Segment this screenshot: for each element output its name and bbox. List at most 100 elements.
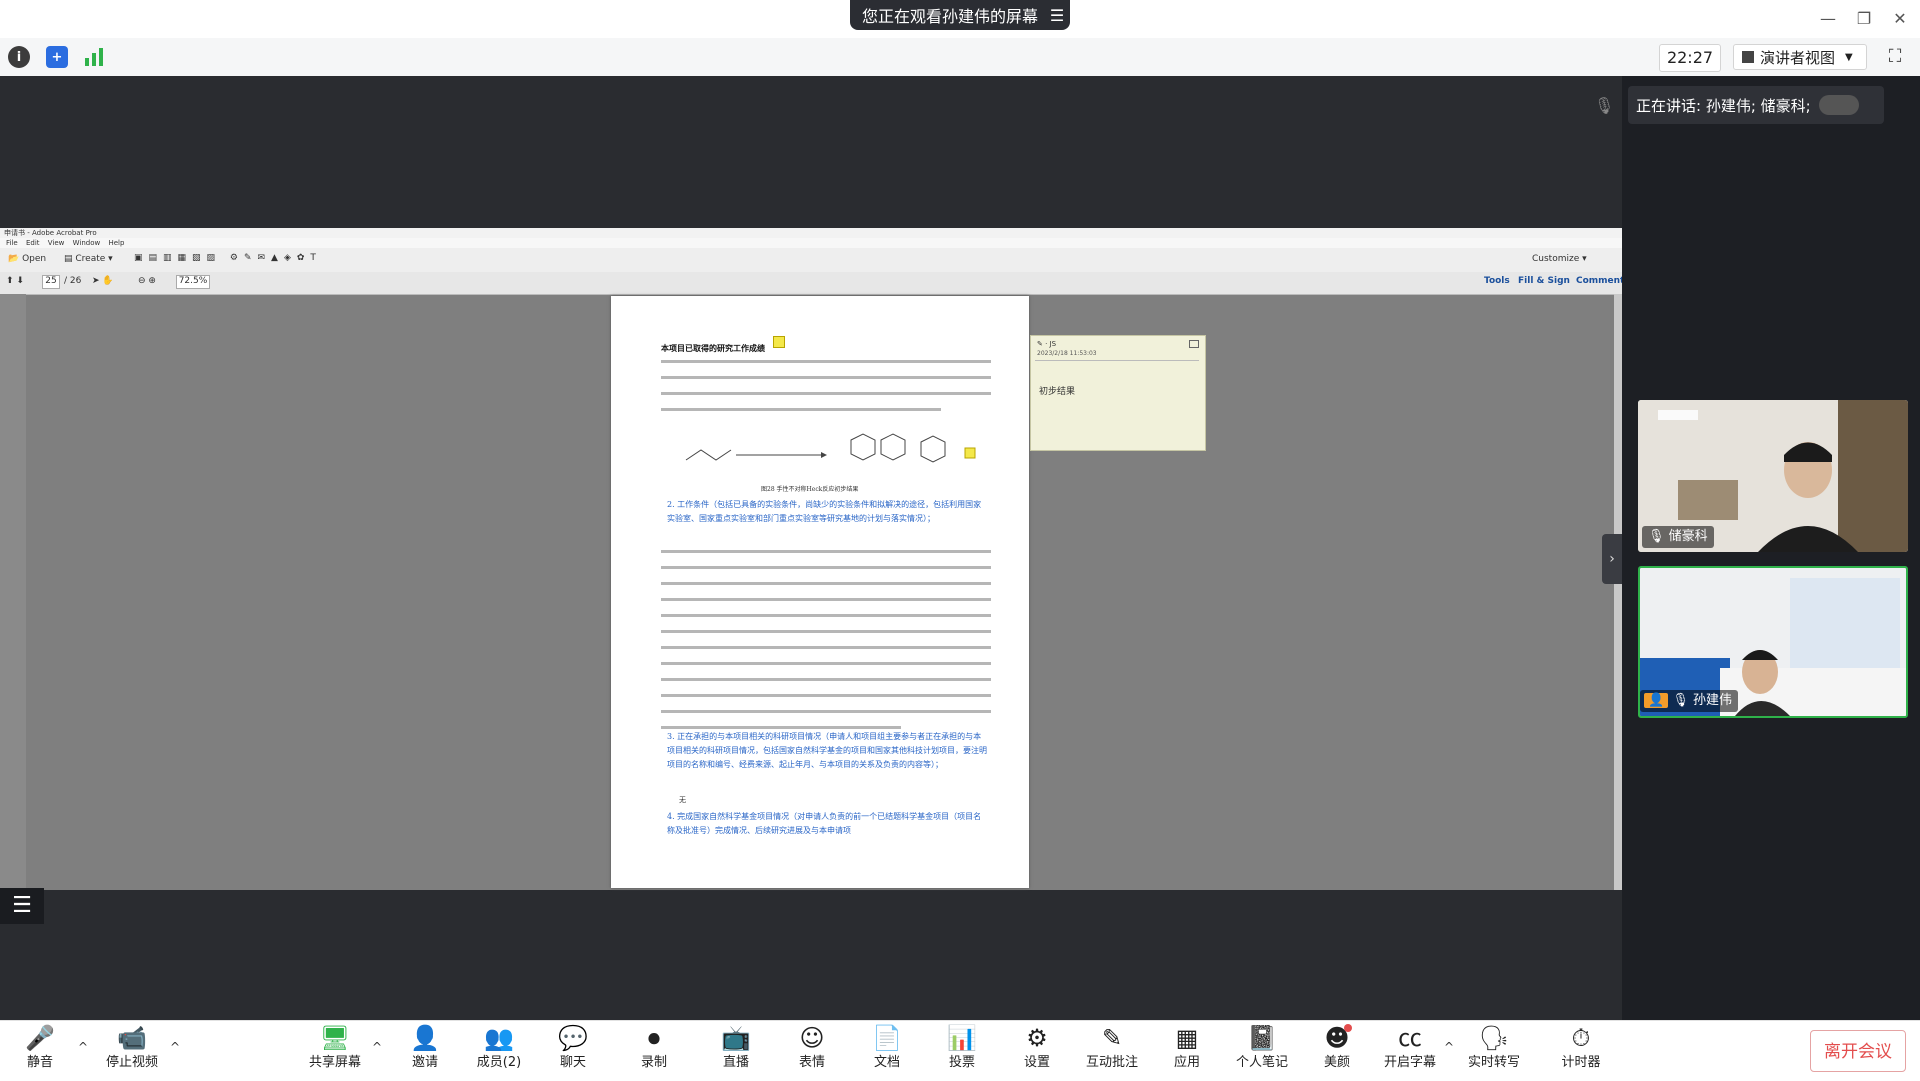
comment-pane-button[interactable]: Comment: [1576, 276, 1624, 286]
share-screen-icon: 🖥: [319, 1024, 351, 1052]
text-line: [661, 662, 991, 665]
beauty-face-icon: ☻: [1324, 1024, 1350, 1052]
captions-button[interactable]: ㏄开启字幕: [1378, 1022, 1442, 1078]
select-hand-tool-icons[interactable]: ➤ ✋: [92, 276, 114, 286]
close-icon[interactable]: ✕: [1886, 6, 1914, 32]
timer-button[interactable]: ⏱ 计时器: [1549, 1022, 1613, 1078]
acrobat-navigation-toolbar: ⬆ ⬇ 25 / 26 ➤ ✋ ⊖ ⊕ 72.5% Tools Fill & S…: [0, 272, 1624, 295]
shield-icon[interactable]: +: [46, 46, 68, 68]
zoom-level-input[interactable]: 72.5%: [176, 275, 210, 289]
acrobat-menu-help[interactable]: Help: [108, 239, 124, 247]
minimize-icon[interactable]: —: [1814, 6, 1842, 32]
transcribe-label: 实时转写: [1467, 1055, 1520, 1070]
acrobat-menu-view[interactable]: View: [48, 239, 65, 247]
stop-video-label: 停止视频: [105, 1055, 158, 1070]
apps-button[interactable]: ▦ 应用: [1155, 1022, 1219, 1078]
stop-video-button[interactable]: 📹 停止视频: [100, 1022, 164, 1078]
notes-label: 个人笔记: [1235, 1055, 1288, 1070]
settings-button[interactable]: ⚙ 设置: [1005, 1022, 1069, 1078]
apps-grid-icon: ▦: [1175, 1024, 1199, 1052]
figure-caption: 图28 手性不对称Heck反应初步结果: [761, 486, 859, 493]
beauty-button[interactable]: ☻ 美颜: [1305, 1022, 1369, 1078]
captions-options-chevron-icon[interactable]: ^: [1442, 1040, 1456, 1054]
notes-button[interactable]: 📓 个人笔记: [1230, 1022, 1294, 1078]
acrobat-navigation-pane[interactable]: [0, 294, 26, 890]
vote-label: 投票: [948, 1055, 975, 1070]
emoji-button[interactable]: ☺ 表情: [780, 1022, 844, 1078]
mute-label: 静音: [26, 1055, 53, 1070]
annotate-button[interactable]: ✎ 互动批注: [1080, 1022, 1144, 1078]
collapse-panel-button[interactable]: ›: [1602, 534, 1622, 584]
banner-menu-icon[interactable]: ☰: [1044, 6, 1070, 25]
acrobat-menu-file[interactable]: File: [6, 239, 18, 247]
note-author-name: JS: [1049, 340, 1057, 348]
timer-label: 计时器: [1561, 1055, 1601, 1070]
note-divider: [1035, 360, 1199, 361]
acrobat-toolbar: 📂 Open ▤ Create ▾ ▣▤▥▦▧▨ ⚙✎✉▲◈✿T Customi…: [0, 248, 1622, 273]
acrobat-menu-bar: File Edit View Window Help: [0, 238, 1622, 248]
text-line: [661, 614, 991, 617]
host-icon: 👤: [1644, 693, 1669, 708]
page-number-input[interactable]: 25: [42, 275, 60, 289]
pdf-page: 本项目已取得的研究工作成绩 图28 手性不对称Heck反应初步结果 2. 工作条…: [611, 296, 1029, 888]
members-button[interactable]: 👥 成员(2): [467, 1022, 531, 1078]
acrobat-open-button[interactable]: 📂 Open: [8, 254, 46, 264]
record-button[interactable]: ⏺ 录制: [622, 1022, 686, 1078]
invite-label: 邀请: [411, 1055, 438, 1070]
bar-chart-icon: 📊: [947, 1024, 977, 1052]
video-tile-1[interactable]: 🎙 储豪科: [1638, 400, 1908, 552]
section-3-none: 无: [679, 796, 686, 804]
comment-marker-icon[interactable]: [773, 336, 785, 348]
beauty-notification-dot: [1344, 1024, 1352, 1032]
gear-icon: ⚙: [1026, 1024, 1048, 1052]
note-minimize-icon[interactable]: [1189, 340, 1199, 348]
sticky-note-popup[interactable]: ✎ · JS 2023/2/18 11:53:03 初步结果: [1030, 335, 1206, 451]
acrobat-menu-window[interactable]: Window: [73, 239, 101, 247]
vote-button[interactable]: 📊 投票: [930, 1022, 994, 1078]
fullscreen-icon[interactable]: ⛶: [1884, 46, 1906, 68]
list-menu-icon[interactable]: ☰: [0, 888, 44, 924]
members-icon: 👥: [484, 1024, 514, 1052]
share-screen-button[interactable]: 🖥 共享屏幕: [303, 1022, 367, 1078]
acrobat-scrollbar[interactable]: [1614, 294, 1622, 890]
live-button[interactable]: 📺 直播: [704, 1022, 768, 1078]
zoom-buttons[interactable]: ⊖ ⊕: [138, 276, 156, 286]
fill-sign-pane-button[interactable]: Fill & Sign: [1518, 276, 1570, 286]
acrobat-tool-icons[interactable]: ▣▤▥▦▧▨ ⚙✎✉▲◈✿T: [134, 253, 322, 263]
screen-share-banner[interactable]: 您正在观看孙建伟的屏幕 ☰: [850, 0, 1070, 30]
page-up-down-icons[interactable]: ⬆ ⬇: [6, 276, 24, 286]
video-tile-2[interactable]: 👤 🎙 孙建伟: [1638, 566, 1908, 718]
text-line: [661, 710, 991, 713]
documents-button[interactable]: 📄 文档: [855, 1022, 919, 1078]
acrobat-customize-button[interactable]: Customize ▾: [1532, 254, 1587, 264]
reaction-scheme-figure: [685, 433, 976, 463]
note-author: ✎ · JS: [1037, 340, 1057, 348]
tools-pane-button[interactable]: Tools: [1484, 276, 1510, 286]
transcribe-button[interactable]: 🗣 实时转写: [1462, 1022, 1526, 1078]
audio-options-chevron-icon[interactable]: ^: [76, 1040, 90, 1054]
video-name-label-1: 🎙 储豪科: [1642, 526, 1714, 548]
leave-meeting-button[interactable]: 离开会议: [1810, 1030, 1906, 1072]
acrobat-create-button[interactable]: ▤ Create ▾: [64, 254, 113, 264]
view-mode-label: 演讲者视图: [1760, 48, 1836, 67]
text-line: [661, 408, 941, 411]
video-options-chevron-icon[interactable]: ^: [168, 1040, 182, 1054]
mute-button[interactable]: 🎤 静音: [8, 1022, 72, 1078]
page-total-label: / 26: [64, 276, 82, 286]
invite-user-icon: 👤: [410, 1024, 440, 1052]
signal-bars-icon[interactable]: [84, 48, 104, 66]
apps-label: 应用: [1173, 1055, 1200, 1070]
microphone-icon: 🎙: [1594, 96, 1615, 115]
info-icon[interactable]: i: [8, 46, 30, 68]
record-icon: ⏺: [648, 1024, 660, 1052]
share-screen-label: 共享屏幕: [308, 1055, 361, 1070]
transcribe-icon: 🗣: [1478, 1024, 1510, 1052]
share-options-chevron-icon[interactable]: ^: [370, 1040, 384, 1054]
restore-icon[interactable]: ❐: [1850, 6, 1878, 32]
view-mode-dropdown[interactable]: 演讲者视图 ▼: [1733, 44, 1867, 70]
acrobat-menu-edit[interactable]: Edit: [26, 239, 40, 247]
chat-button[interactable]: 💬 聊天: [541, 1022, 605, 1078]
document-icon: 📄: [872, 1024, 902, 1052]
invite-button[interactable]: 👤 邀请: [393, 1022, 457, 1078]
annotate-icon: ✎: [1101, 1024, 1123, 1052]
